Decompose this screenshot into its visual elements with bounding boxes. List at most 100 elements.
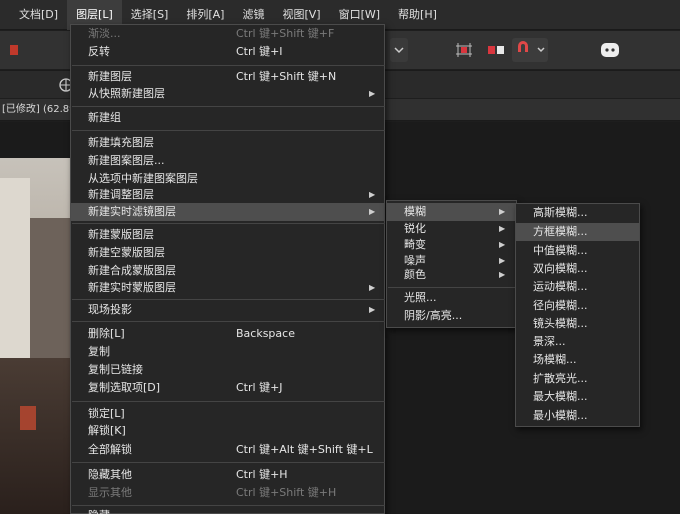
menu-item-label: 显示其他 [88,486,132,499]
menu-item-new-mask-layer[interactable]: 新建蒙版图层 [71,226,384,244]
menu-item-motion-blur[interactable]: 运动模糊... [516,278,639,296]
submenu-arrow-icon: ▶ [369,89,376,98]
menu-item-shortcut: Ctrl 键+Shift 键+H [236,486,337,499]
menu-item-new-layer-from-snapshot[interactable]: 从快照新建图层 ▶ [71,85,384,103]
menu-item-new-live-mask-layer[interactable]: 新建实时蒙版图层 ▶ [71,279,384,297]
menu-separator [72,299,385,300]
menu-item-shortcut: Ctrl 键+Shift 键+F [236,27,335,40]
menu-separator [72,65,385,66]
menu-item-label: 新建组 [88,111,121,124]
menu-item-diffuse-glow[interactable]: 扩散亮光... [516,370,639,388]
menu-item-shortcut: Ctrl 键+J [236,381,283,394]
toolbar-left-icon[interactable] [4,38,24,62]
menu-item-label: 新建合成蒙版图层 [88,264,176,277]
menu-item-gaussian-blur[interactable]: 高斯模糊... [516,204,639,222]
menu-item-shortcut: Ctrl 键+Shift 键+N [236,70,337,83]
blur-submenu: 高斯模糊... 方框模糊... 中值模糊... 双向模糊... 运动模糊... … [515,203,640,427]
menu-item-label: 景深... [533,335,566,348]
menu-item-new-adjustment-layer[interactable]: 新建调整图层 ▶ [71,186,384,204]
menu-item-label: 全部解锁 [88,443,132,456]
menu-document[interactable]: 文档[D] [10,0,67,30]
menu-item-new-compound-mask-layer[interactable]: 新建合成蒙版图层 [71,262,384,280]
snapping-magnet-icon[interactable] [512,38,548,62]
canvas-photo [0,158,72,514]
menu-item-label: 新建实时蒙版图层 [88,281,176,294]
menu-item-label: 镜头模糊... [533,317,588,330]
menu-item-label: 最大模糊... [533,390,588,403]
menu-separator [72,462,385,463]
menu-item-new-pattern-layer[interactable]: 新建图案图层... [71,152,384,170]
menu-item-label: 中值模糊... [533,244,588,257]
menu-separator [388,287,517,288]
menu-item-label: 新建图层 [88,70,132,83]
layer-menu: 渐淡... Ctrl 键+Shift 键+F 反转 Ctrl 键+I 新建图层 … [70,24,385,514]
menu-item-shadows-highlights[interactable]: 阴影/高亮... [387,307,516,325]
menu-separator [72,223,385,224]
menu-item-lock[interactable]: 锁定[L] [71,405,384,423]
menu-separator [72,106,385,107]
menu-item-hide-others[interactable]: 隐藏其他 Ctrl 键+H [71,466,384,484]
menu-item-lens-blur[interactable]: 镜头模糊... [516,315,639,333]
menu-item-blur[interactable]: 模糊 ▶ [387,203,516,221]
menu-item-invert[interactable]: 反转 Ctrl 键+I [71,43,384,61]
menu-item-label: 隐藏其他 [88,468,132,481]
document-tab[interactable]: [已修改] (62.89 [2,99,76,121]
menu-item-label: 新建实时滤镜图层 [88,205,176,218]
menu-item-label: 场模糊... [533,353,577,366]
menu-item-label: 扩散亮光... [533,372,588,385]
assistant-icon[interactable] [596,38,624,62]
menu-item-label: 删除[L] [88,327,125,340]
menu-item-box-blur[interactable]: 方框模糊... [516,223,639,241]
menu-item-median-blur[interactable]: 中值模糊... [516,242,639,260]
menu-item-maximum-blur[interactable]: 最大模糊... [516,388,639,406]
submenu-arrow-icon: ▶ [369,207,376,216]
menu-item-label: 阴影/高亮... [404,309,463,322]
menu-item-minimum-blur[interactable]: 最小模糊... [516,407,639,425]
live-filter-submenu: 模糊 ▶ 锐化 ▶ 畸变 ▶ 噪声 ▶ 颜色 ▶ 光照... 阴影/高亮... [386,200,517,328]
menu-item-radial-blur[interactable]: 径向模糊... [516,297,639,315]
menu-item-unlock[interactable]: 解锁[K] [71,422,384,440]
menu-item-hide[interactable]: 隐藏 [71,507,384,514]
menu-item-fade: 渐淡... Ctrl 键+Shift 键+F [71,25,384,43]
menu-help[interactable]: 帮助[H] [389,0,446,30]
alignment-icon[interactable] [484,38,508,62]
menu-item-field-blur[interactable]: 场模糊... [516,351,639,369]
menu-item-unlock-all[interactable]: 全部解锁 Ctrl 键+Alt 键+Shift 键+L [71,441,384,459]
menu-item-show-others: 显示其他 Ctrl 键+Shift 键+H [71,484,384,502]
menu-item-new-group[interactable]: 新建组 [71,109,384,127]
menu-item-bilateral-blur[interactable]: 双向模糊... [516,260,639,278]
menu-item-live-projection[interactable]: 现场投影 ▶ [71,301,384,319]
menu-item-shortcut: Backspace [236,327,295,340]
menu-item-label: 新建填充图层 [88,136,154,149]
menu-item-label: 反转 [88,45,110,58]
menu-separator [72,505,385,506]
snapping-grid-icon[interactable] [452,38,476,62]
menu-item-new-live-filter-layer[interactable]: 新建实时滤镜图层 ▶ [71,203,384,221]
menu-item-shortcut: Ctrl 键+H [236,468,288,481]
submenu-arrow-icon: ▶ [499,207,506,216]
menu-item-label: 双向模糊... [533,262,588,275]
menu-item-duplicate-linked[interactable]: 复制已链接 [71,361,384,379]
menu-item-new-layer[interactable]: 新建图层 Ctrl 键+Shift 键+N [71,68,384,86]
menu-item-label: 从快照新建图层 [88,87,165,100]
submenu-arrow-icon: ▶ [369,190,376,199]
menu-item-label: 新建图案图层... [88,154,165,167]
menu-separator [72,401,385,402]
menu-item-label: 解锁[K] [88,424,126,437]
menu-item-label: 模糊 [404,205,426,218]
menu-item-label: 复制已链接 [88,363,143,376]
menu-item-new-fill-layer[interactable]: 新建填充图层 [71,134,384,152]
menu-item-colors[interactable]: 颜色 ▶ [387,266,516,284]
menu-item-label: 新建蒙版图层 [88,228,154,241]
menu-item-label: 径向模糊... [533,299,588,312]
menu-item-label: 最小模糊... [533,409,588,422]
menu-item-depth-of-field[interactable]: 景深... [516,333,639,351]
menu-item-label: 复制 [88,345,110,358]
submenu-arrow-icon: ▶ [369,283,376,292]
menu-item-duplicate-selection[interactable]: 复制选取项[D] Ctrl 键+J [71,379,384,397]
menu-item-delete[interactable]: 删除[L] Backspace [71,325,384,343]
menu-item-duplicate[interactable]: 复制 [71,343,384,361]
menu-item-new-empty-mask-layer[interactable]: 新建空蒙版图层 [71,244,384,262]
menu-item-lighting[interactable]: 光照... [387,289,516,307]
dropdown-chevron-icon[interactable] [390,38,408,62]
